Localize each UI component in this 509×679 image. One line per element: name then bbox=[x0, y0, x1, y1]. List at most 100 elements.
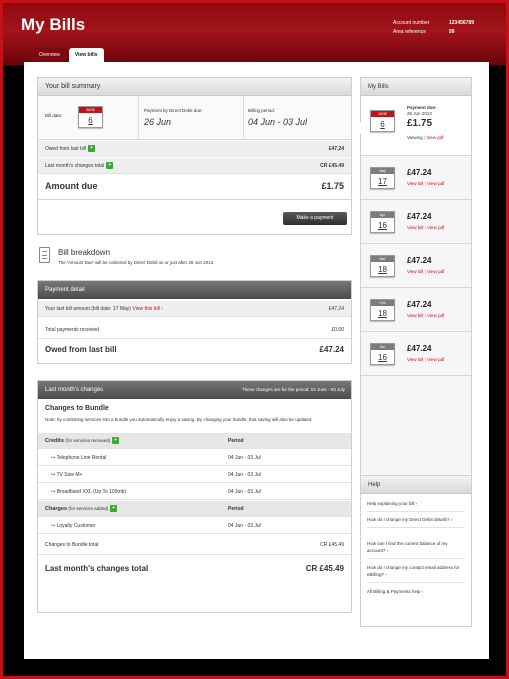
bill-summary-box: Your bill summary Bill date: JUNE 6 Paym… bbox=[37, 77, 352, 235]
page-title: My Bills bbox=[21, 15, 86, 34]
tab-overview[interactable]: Overview bbox=[33, 48, 66, 62]
bill-amount: £47.24 bbox=[407, 168, 432, 177]
charge-name: ↪ Loyalty Customer bbox=[51, 523, 96, 529]
help-link[interactable]: How do I change my contact email address… bbox=[367, 564, 465, 583]
credits-label: Credits bbox=[45, 438, 64, 444]
info-plus-icon[interactable]: + bbox=[88, 145, 96, 153]
document-icon bbox=[39, 247, 50, 263]
current-bill-item[interactable]: JUNE 6 Payment due: 26 Jun 2013 £1.75 Vi… bbox=[361, 96, 471, 156]
bill-list-item[interactable]: Jan 16 £47.24 View bill | View pdf bbox=[361, 333, 471, 376]
bill-links: View bill | View pdf bbox=[407, 225, 445, 230]
charges-header-row: Charges (for services added) + Period bbox=[38, 501, 351, 517]
view-bill-link[interactable]: View bill bbox=[407, 269, 423, 274]
view-pdf-link[interactable]: View pdf bbox=[427, 225, 444, 230]
account-number-value: 123456789 bbox=[449, 20, 475, 26]
bill-amount: £47.24 bbox=[407, 344, 432, 353]
bundle-total-value: CR £45.49 bbox=[320, 542, 344, 548]
credits-header-row: Credits (for services removed) + Period bbox=[38, 433, 351, 449]
view-pdf-link[interactable]: View pdf bbox=[427, 357, 444, 362]
changes-total-value: CR £45.49 bbox=[305, 564, 344, 573]
payment-due-label: Payment due: bbox=[407, 105, 437, 110]
account-number-label: Account number bbox=[393, 20, 430, 26]
period-column-header: Period bbox=[228, 438, 244, 444]
view-bill-link[interactable]: View bill bbox=[407, 313, 423, 318]
view-bill-link[interactable]: View bill bbox=[407, 225, 423, 230]
summary-owed-row: Owed from last bill + £47.24 bbox=[38, 141, 351, 157]
bill-amount: £47.24 bbox=[407, 300, 432, 309]
credit-period: 04 Jun - 03 Jul bbox=[228, 455, 261, 461]
help-link[interactable]: How can I find the current balance of my… bbox=[367, 540, 465, 559]
view-pdf-link[interactable]: View pdf bbox=[426, 135, 443, 140]
info-plus-icon[interactable]: + bbox=[106, 162, 114, 170]
my-bills-heading: My Bills bbox=[361, 78, 471, 96]
bundle-note: Note: by combining services into a bundl… bbox=[45, 417, 313, 422]
credit-row: ↪ Telephone Line Rental 04 Jun - 03 Jul bbox=[38, 450, 351, 466]
charges-sub: (for services added) bbox=[68, 506, 109, 511]
credits-sub: (for services removed) bbox=[65, 438, 111, 443]
main-panel: Your bill summary Bill date: JUNE 6 Paym… bbox=[24, 62, 489, 659]
bill-calendar-icon: Jan 16 bbox=[370, 343, 395, 365]
make-payment-button[interactable]: Make a payment bbox=[283, 212, 347, 225]
current-bill-amount: £1.75 bbox=[407, 118, 433, 129]
charge-row: ↪ Loyalty Customer 04 Jun - 03 Jul bbox=[38, 518, 351, 534]
credit-row: ↪ TV Size M+ 04 Jun - 03 Jul bbox=[38, 467, 351, 483]
total-payments-row: Total payments received £0.00 bbox=[38, 321, 351, 339]
help-link[interactable]: All Billing & Payments help › bbox=[367, 588, 465, 599]
tab-view-bills[interactable]: View bills bbox=[68, 48, 104, 62]
help-box: Help Help explaining your bill › How do … bbox=[360, 475, 472, 627]
area-reference-value: 99 bbox=[449, 29, 455, 35]
changes-period-note: These changes are for the period: 04 Jun… bbox=[241, 387, 345, 392]
current-bill-links: Viewing | View pdf bbox=[407, 135, 444, 140]
bill-list-item[interactable]: Feb 18 £47.24 View bill | View pdf bbox=[361, 289, 471, 332]
last-bill-value: £47.24 bbox=[328, 306, 344, 312]
bill-date-calendar-icon: JUNE 6 bbox=[78, 106, 103, 128]
payment-due-date: 26 Jun 2013 bbox=[407, 111, 432, 116]
bill-date-strip: Bill date: JUNE 6 Payment by Direct Debi… bbox=[38, 96, 351, 140]
bill-list-item[interactable]: Mar 18 £47.24 View bill | View pdf bbox=[361, 245, 471, 288]
credit-name: ↪ TV Size M+ bbox=[51, 472, 83, 478]
selected-pointer-icon bbox=[354, 122, 361, 134]
bill-breakdown-title: Bill breakdown bbox=[58, 248, 111, 257]
my-bills-sidebar: My Bills JUNE 6 Payment due: 26 Jun 2013… bbox=[354, 77, 472, 497]
summary-changes-row: Last month's changes total + CR £45.49 bbox=[38, 158, 351, 174]
view-pdf-link[interactable]: View pdf bbox=[427, 269, 444, 274]
bill-amount: £47.24 bbox=[407, 212, 432, 221]
divider bbox=[38, 199, 351, 200]
bill-list-item[interactable]: Apr 16 £47.24 View bill | View pdf bbox=[361, 201, 471, 244]
bill-links: View bill | View pdf bbox=[407, 181, 445, 186]
last-bill-label: Your last bill amount (bill date: 17 May… bbox=[45, 306, 131, 312]
bill-links: View bill | View pdf bbox=[407, 269, 445, 274]
view-pdf-link[interactable]: View pdf bbox=[427, 313, 444, 318]
page-footer-bar bbox=[3, 659, 506, 676]
view-pdf-link[interactable]: View pdf bbox=[427, 181, 444, 186]
amount-due-label: Amount due bbox=[45, 181, 98, 191]
owed-value: £47.24 bbox=[328, 146, 344, 152]
help-link[interactable]: How do I change my Direct Debit details?… bbox=[367, 516, 465, 528]
bill-amount: £47.24 bbox=[407, 256, 432, 265]
help-link[interactable]: Help explaining your bill › bbox=[367, 500, 465, 512]
credit-period: 04 Jun - 03 Jul bbox=[228, 489, 261, 495]
billing-period-value: 04 Jun - 03 Jul bbox=[248, 117, 308, 127]
bill-list-item[interactable]: May 17 £47.24 View bill | View pdf bbox=[361, 157, 471, 200]
credit-row: ↪ Broadband XXL (Up To 100mb) 04 Jun - 0… bbox=[38, 484, 351, 500]
bundle-total-label: Changes to Bundle total bbox=[45, 542, 99, 548]
charges-label: Charges bbox=[45, 506, 68, 512]
dd-due-label: Payment by Direct Debit due: bbox=[144, 108, 203, 113]
total-payments-label: Total payments received bbox=[45, 327, 99, 333]
changes-value: CR £45.49 bbox=[320, 163, 344, 169]
bill-links: View bill | View pdf bbox=[407, 357, 445, 362]
charge-period: 04 Jun - 03 Jul bbox=[228, 523, 261, 529]
area-reference-label: Area reference bbox=[393, 29, 427, 35]
view-this-bill-link[interactable]: View this bill › bbox=[132, 306, 162, 312]
view-bill-link[interactable]: View bill bbox=[407, 357, 423, 362]
calendar-day: 6 bbox=[88, 116, 93, 125]
credit-name: ↪ Broadband XXL (Up To 100mb) bbox=[51, 489, 127, 495]
divider bbox=[243, 96, 244, 140]
info-plus-icon[interactable]: + bbox=[110, 505, 118, 513]
amount-due-value: £1.75 bbox=[321, 181, 344, 191]
view-bill-link[interactable]: View bill bbox=[407, 181, 423, 186]
dd-due-value: 26 Jun bbox=[144, 117, 172, 127]
bill-calendar-icon: May 17 bbox=[370, 167, 395, 189]
changes-heading-bar: Last month's changes These changes are f… bbox=[38, 381, 351, 399]
info-plus-icon[interactable]: + bbox=[112, 437, 120, 445]
